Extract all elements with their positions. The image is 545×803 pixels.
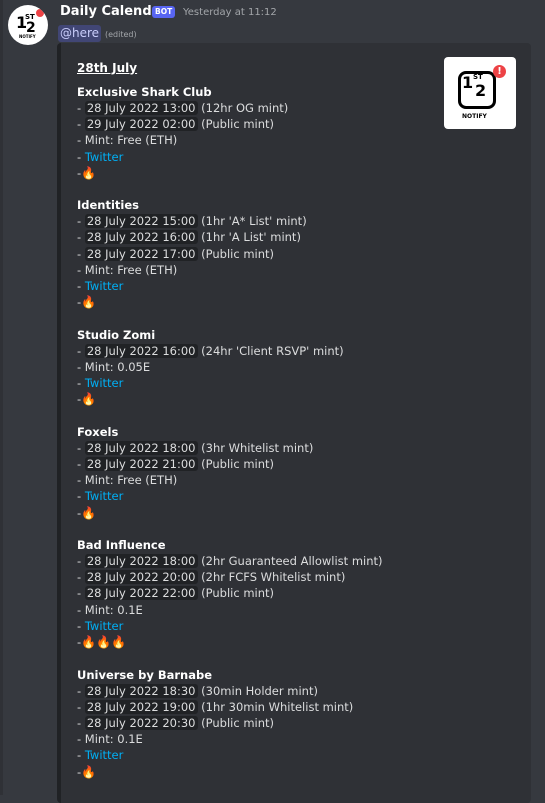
project-title: Studio Zomi	[77, 328, 156, 342]
left-gutter	[0, 0, 3, 795]
mint-note: (Public mint)	[197, 117, 275, 131]
twitter-line: - Twitter	[77, 489, 124, 503]
mint-note: (3hr Whitelist mint)	[197, 441, 314, 455]
embed-date-title: 28th July	[77, 61, 138, 75]
twitter-link[interactable]: Twitter	[85, 376, 124, 390]
mint-note: (2hr Guaranteed Allowlist mint)	[197, 554, 383, 568]
mint-timestamp[interactable]: 28 July 2022 20:30	[84, 716, 198, 730]
project-title: Identities	[77, 198, 140, 212]
mint-line: - 28 July 2022 18:30 (30min Holder mint)	[77, 684, 318, 698]
twitter-link[interactable]: Twitter	[85, 150, 124, 164]
twitter-link[interactable]: Twitter	[85, 619, 124, 633]
mint-note: (1hr 'A List' mint)	[197, 230, 301, 244]
mint-note: (1hr 'A* List' mint)	[197, 214, 307, 228]
rating-line: -🔥	[77, 392, 97, 406]
mint-line: - 28 July 2022 20:30 (Public mint)	[77, 716, 275, 730]
bot-tag: BOT	[152, 6, 176, 18]
fire-icon: 🔥	[81, 295, 97, 309]
mint-timestamp[interactable]: 28 July 2022 18:00	[84, 441, 198, 455]
thumbnail-logo-text: NOTIFY	[462, 113, 487, 120]
mint-line: - 28 July 2022 13:00 (12hr OG mint)	[77, 101, 289, 115]
notification-badge-icon	[36, 9, 44, 17]
mint-line: - 28 July 2022 18:00 (3hr Whitelist mint…	[77, 441, 314, 455]
mint-timestamp[interactable]: 28 July 2022 21:00	[84, 457, 198, 471]
mint-line: - 28 July 2022 16:00 (24hr 'Client RSVP'…	[77, 344, 344, 358]
mint-price: - Mint: Free (ETH)	[77, 263, 178, 277]
mint-note: (1hr 30min Whitelist mint)	[197, 700, 354, 714]
mint-note: (Public mint)	[197, 247, 275, 261]
twitter-line: - Twitter	[77, 376, 124, 390]
embed-thumbnail[interactable]: 1 ST 2 NOTIFY !	[444, 57, 516, 129]
mint-line: - 28 July 2022 15:00 (1hr 'A* List' mint…	[77, 214, 307, 228]
mint-line: - 28 July 2022 18:00 (2hr Guaranteed All…	[77, 554, 383, 568]
mint-price: - Mint: 0.1E	[77, 732, 143, 746]
mint-timestamp[interactable]: 29 July 2022 02:00	[84, 117, 198, 131]
project-title: Universe by Barnabe	[77, 668, 212, 682]
username[interactable]: Daily Calendar	[60, 4, 167, 19]
rating-line: -🔥	[77, 295, 97, 309]
mint-timestamp[interactable]: 28 July 2022 17:00	[84, 247, 198, 261]
thumbnail-logo-text: ST	[473, 73, 483, 81]
mint-line: - 28 July 2022 16:00 (1hr 'A List' mint)	[77, 230, 301, 244]
twitter-link[interactable]: Twitter	[85, 489, 124, 503]
project-title: Bad Influence	[77, 538, 166, 552]
mint-timestamp[interactable]: 28 July 2022 16:00	[84, 344, 198, 358]
mint-line: - 28 July 2022 21:00 (Public mint)	[77, 457, 275, 471]
rating-line: -🔥🔥🔥	[77, 635, 126, 649]
avatar-logo-text: NOTIFY	[19, 34, 36, 39]
mint-line: - 28 July 2022 19:00 (1hr 30min Whitelis…	[77, 700, 354, 714]
message-timestamp: Yesterday at 11:12	[183, 7, 277, 18]
mint-note: (Public mint)	[197, 457, 275, 471]
mint-note: (30min Holder mint)	[197, 684, 318, 698]
rating-line: -🔥	[77, 166, 97, 180]
mint-note: (Public mint)	[197, 716, 275, 730]
fire-icon: 🔥	[81, 166, 97, 180]
mint-price: - Mint: Free (ETH)	[77, 133, 178, 147]
mint-timestamp[interactable]: 28 July 2022 20:00	[84, 570, 198, 584]
mint-note: (2hr FCFS Whitelist mint)	[197, 570, 346, 584]
here-mention[interactable]: @here	[58, 25, 102, 42]
embed-card: 1 ST 2 NOTIFY ! 28th July Exclusive Shar…	[57, 43, 531, 803]
mint-timestamp[interactable]: 28 July 2022 16:00	[84, 230, 198, 244]
fire-icon: 🔥	[81, 506, 97, 520]
mint-timestamp[interactable]: 28 July 2022 13:00	[84, 101, 198, 115]
mint-timestamp[interactable]: 28 July 2022 18:00	[84, 554, 198, 568]
mint-note: (12hr OG mint)	[197, 101, 289, 115]
alert-badge-icon: !	[493, 65, 506, 78]
edited-label: (edited)	[105, 30, 137, 39]
mint-timestamp[interactable]: 28 July 2022 19:00	[84, 700, 198, 714]
mint-price: - Mint: 0.1E	[77, 603, 143, 617]
mint-timestamp[interactable]: 28 July 2022 15:00	[84, 214, 198, 228]
fire-icon: 🔥🔥🔥	[81, 635, 126, 649]
twitter-link[interactable]: Twitter	[85, 748, 124, 762]
fire-icon: 🔥	[81, 765, 97, 779]
mint-price: - Mint: 0.05E	[77, 360, 151, 374]
mint-note: (24hr 'Client RSVP' mint)	[197, 344, 344, 358]
mint-line: - 28 July 2022 22:00 (Public mint)	[77, 586, 275, 600]
mint-line: - 28 July 2022 20:00 (2hr FCFS Whitelist…	[77, 570, 346, 584]
project-title: Exclusive Shark Club	[77, 85, 212, 99]
twitter-link[interactable]: Twitter	[85, 279, 124, 293]
twitter-line: - Twitter	[77, 279, 124, 293]
thumbnail-logo-text: 1	[462, 73, 474, 92]
fire-icon: 🔥	[81, 392, 97, 406]
project-title: Foxels	[77, 425, 119, 439]
avatar[interactable]: 1 ST 2 NOTIFY	[8, 5, 48, 45]
mint-timestamp[interactable]: 28 July 2022 22:00	[84, 586, 198, 600]
mint-line: - 29 July 2022 02:00 (Public mint)	[77, 117, 275, 131]
twitter-line: - Twitter	[77, 748, 124, 762]
rating-line: -🔥	[77, 506, 97, 520]
mint-price: - Mint: Free (ETH)	[77, 473, 178, 487]
thumbnail-logo-text: 2	[475, 81, 487, 100]
twitter-line: - Twitter	[77, 150, 124, 164]
mint-note: (Public mint)	[197, 586, 275, 600]
rating-line: -🔥	[77, 765, 97, 779]
mint-line: - 28 July 2022 17:00 (Public mint)	[77, 247, 275, 261]
twitter-line: - Twitter	[77, 619, 124, 633]
mint-timestamp[interactable]: 28 July 2022 18:30	[84, 684, 198, 698]
